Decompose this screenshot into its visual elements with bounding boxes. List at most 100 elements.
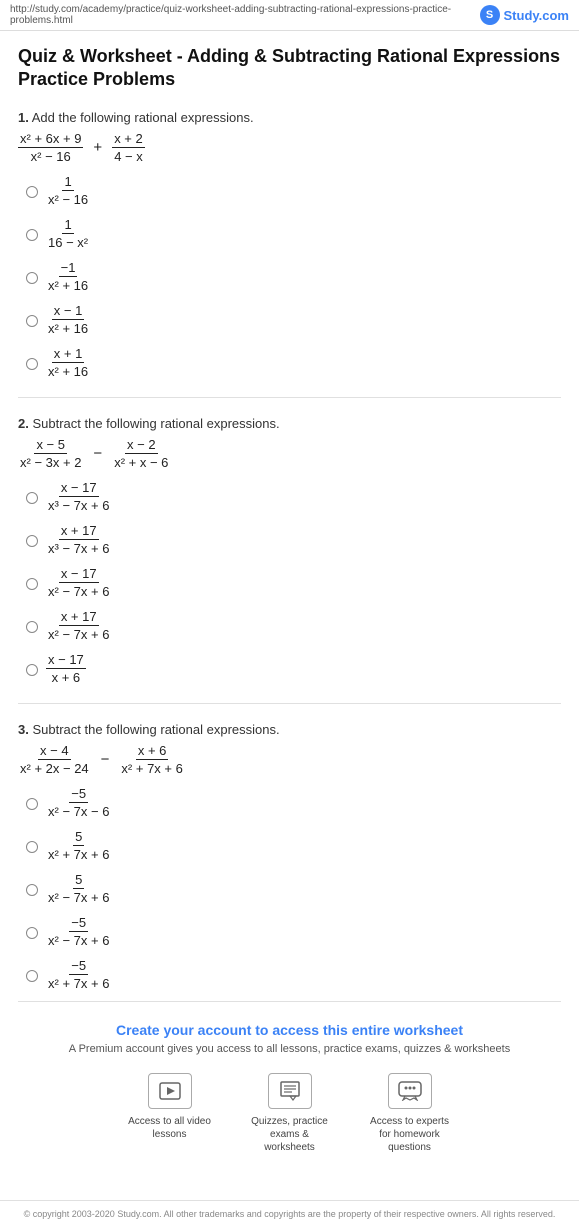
question-2: 2. Subtract the following rational expre… <box>18 416 561 685</box>
cta-video-label: Access to all video lessons <box>125 1115 215 1141</box>
q2-option-5[interactable]: x − 17 x + 6 <box>26 652 561 685</box>
q2-opt4-frac: x + 17 x² − 7x + 6 <box>46 609 111 642</box>
q1-option-2[interactable]: 1 16 − x² <box>26 217 561 250</box>
q1-opt4-frac: x − 1 x² + 16 <box>46 303 90 336</box>
q3-radio-1[interactable] <box>26 798 38 810</box>
q2-opt2-den: x³ − 7x + 6 <box>46 540 111 556</box>
q1-opt1-num: 1 <box>62 174 73 191</box>
url-bar: http://study.com/academy/practice/quiz-w… <box>10 4 480 26</box>
q3-frac-right: x + 6 x² + 7x + 6 <box>119 743 184 776</box>
logo-area: S Study.com <box>480 5 570 25</box>
q1-opt4-num: x − 1 <box>52 303 85 320</box>
q3-opt2-frac: 5 x² + 7x + 6 <box>46 829 111 862</box>
divider-1 <box>18 397 561 398</box>
q2-opt3-frac: x − 17 x² − 7x + 6 <box>46 566 111 599</box>
page-title: Quiz & Worksheet - Adding & Subtracting … <box>18 45 561 92</box>
question-1-options: 1 x² − 16 1 16 − x² −1 x² + 16 <box>26 174 561 379</box>
cta-section: Create your account to access this entir… <box>18 1001 561 1180</box>
question-2-label: 2. Subtract the following rational expre… <box>18 416 561 431</box>
q3-opt1-den: x² − 7x − 6 <box>46 803 111 819</box>
q2-opt4-num: x + 17 <box>59 609 99 626</box>
q2-radio-1[interactable] <box>26 492 38 504</box>
q1-opt2-num: 1 <box>62 217 73 234</box>
q2-frac-right-den: x² + x − 6 <box>112 454 170 470</box>
q3-opt4-frac: −5 x² − 7x + 6 <box>46 915 111 948</box>
q1-option-3[interactable]: −1 x² + 16 <box>26 260 561 293</box>
q2-option-3[interactable]: x − 17 x² − 7x + 6 <box>26 566 561 599</box>
q2-frac-right-num: x − 2 <box>125 437 158 454</box>
q1-frac-left-den: x² − 16 <box>29 148 73 164</box>
q1-radio-1[interactable] <box>26 186 38 198</box>
q3-option-3[interactable]: 5 x² − 7x + 6 <box>26 872 561 905</box>
logo-text: Study.com <box>504 8 570 23</box>
q2-radio-4[interactable] <box>26 621 38 633</box>
q2-opt2-num: x + 17 <box>59 523 99 540</box>
top-bar: http://study.com/academy/practice/quiz-w… <box>0 0 579 31</box>
q3-radio-5[interactable] <box>26 970 38 982</box>
question-3-options: −5 x² − 7x − 6 5 x² + 7x + 6 5 x² − 7x +… <box>26 786 561 991</box>
q2-opt3-den: x² − 7x + 6 <box>46 583 111 599</box>
q3-frac-left-num: x − 4 <box>38 743 71 760</box>
q3-radio-4[interactable] <box>26 927 38 939</box>
q2-option-4[interactable]: x + 17 x² − 7x + 6 <box>26 609 561 642</box>
q3-opt5-frac: −5 x² + 7x + 6 <box>46 958 111 991</box>
q3-opt4-num: −5 <box>69 915 88 932</box>
q1-opt4-den: x² + 16 <box>46 320 90 336</box>
q3-opt1-num: −5 <box>69 786 88 803</box>
q2-opt5-num: x − 17 <box>46 652 86 669</box>
q2-frac-right: x − 2 x² + x − 6 <box>112 437 170 470</box>
cta-expert-icon <box>388 1073 432 1109</box>
q1-opt2-frac: 1 16 − x² <box>46 217 90 250</box>
q1-radio-5[interactable] <box>26 358 38 370</box>
q1-frac-right-num: x + 2 <box>112 131 145 148</box>
q3-option-4[interactable]: −5 x² − 7x + 6 <box>26 915 561 948</box>
q3-radio-3[interactable] <box>26 884 38 896</box>
q1-opt3-num: −1 <box>59 260 78 277</box>
q3-opt3-num: 5 <box>73 872 84 889</box>
q3-frac-right-num: x + 6 <box>136 743 169 760</box>
study-logo-icon: S <box>480 5 500 25</box>
q2-radio-5[interactable] <box>26 664 38 676</box>
q2-opt5-frac: x − 17 x + 6 <box>46 652 86 685</box>
q1-opt5-frac: x + 1 x² + 16 <box>46 346 90 379</box>
q3-option-5[interactable]: −5 x² + 7x + 6 <box>26 958 561 991</box>
cta-title: Create your account to access this entir… <box>28 1022 551 1038</box>
q3-option-2[interactable]: 5 x² + 7x + 6 <box>26 829 561 862</box>
q3-frac-left: x − 4 x² + 2x − 24 <box>18 743 91 776</box>
question-2-expression: x − 5 x² − 3x + 2 − x − 2 x² + x − 6 <box>18 437 561 470</box>
q2-radio-3[interactable] <box>26 578 38 590</box>
q2-option-2[interactable]: x + 17 x³ − 7x + 6 <box>26 523 561 556</box>
q1-option-1[interactable]: 1 x² − 16 <box>26 174 561 207</box>
question-3-label: 3. Subtract the following rational expre… <box>18 722 561 737</box>
q3-opt1-frac: −5 x² − 7x − 6 <box>46 786 111 819</box>
q3-opt3-den: x² − 7x + 6 <box>46 889 111 905</box>
q2-opt1-frac: x − 17 x³ − 7x + 6 <box>46 480 111 513</box>
q2-opt1-den: x³ − 7x + 6 <box>46 497 111 513</box>
cta-icon-quizzes: Quizzes, practice exams & worksheets <box>245 1073 335 1154</box>
q3-option-1[interactable]: −5 x² − 7x − 6 <box>26 786 561 819</box>
q1-opt1-den: x² − 16 <box>46 191 90 207</box>
q3-radio-2[interactable] <box>26 841 38 853</box>
q1-radio-4[interactable] <box>26 315 38 327</box>
q1-option-5[interactable]: x + 1 x² + 16 <box>26 346 561 379</box>
q3-opt5-num: −5 <box>69 958 88 975</box>
q3-opt4-den: x² − 7x + 6 <box>46 932 111 948</box>
cta-quiz-icon <box>268 1073 312 1109</box>
q1-opt3-frac: −1 x² + 16 <box>46 260 90 293</box>
q1-radio-2[interactable] <box>26 229 38 241</box>
q2-frac-left: x − 5 x² − 3x + 2 <box>18 437 83 470</box>
cta-expert-label: Access to experts for homework questions <box>365 1115 455 1154</box>
q1-radio-3[interactable] <box>26 272 38 284</box>
question-1-label: 1. Add the following rational expression… <box>18 110 561 125</box>
q1-opt3-den: x² + 16 <box>46 277 90 293</box>
q2-option-1[interactable]: x − 17 x³ − 7x + 6 <box>26 480 561 513</box>
q1-option-4[interactable]: x − 1 x² + 16 <box>26 303 561 336</box>
main-content: Quiz & Worksheet - Adding & Subtracting … <box>0 31 579 1200</box>
cta-quiz-label: Quizzes, practice exams & worksheets <box>245 1115 335 1154</box>
divider-2 <box>18 703 561 704</box>
q1-operator: + <box>93 139 102 156</box>
q2-radio-2[interactable] <box>26 535 38 547</box>
cta-video-icon <box>148 1073 192 1109</box>
q3-frac-left-den: x² + 2x − 24 <box>18 760 91 776</box>
q2-opt2-frac: x + 17 x³ − 7x + 6 <box>46 523 111 556</box>
